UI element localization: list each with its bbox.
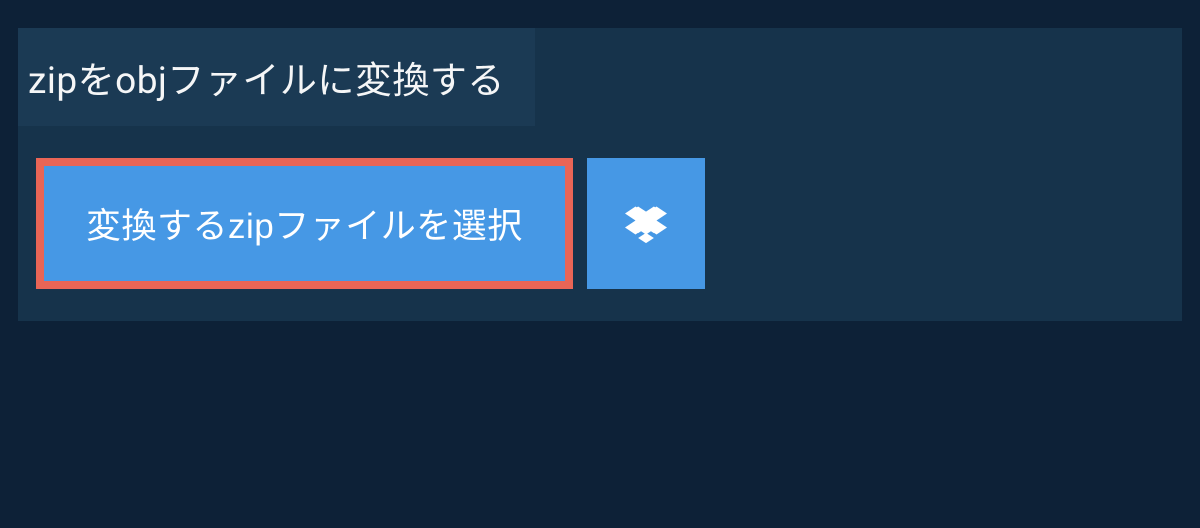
select-file-button[interactable]: 変換するzipファイルを選択 bbox=[36, 158, 573, 289]
converter-panel: zipをobjファイルに変換する 変換するzipファイルを選択 bbox=[18, 28, 1182, 321]
title-container: zipをobjファイルに変換する bbox=[18, 28, 535, 126]
dropbox-button[interactable] bbox=[587, 158, 705, 289]
page-title: zipをobjファイルに変換する bbox=[28, 50, 505, 104]
dropbox-icon bbox=[625, 203, 667, 245]
button-row: 変換するzipファイルを選択 bbox=[18, 126, 1182, 321]
